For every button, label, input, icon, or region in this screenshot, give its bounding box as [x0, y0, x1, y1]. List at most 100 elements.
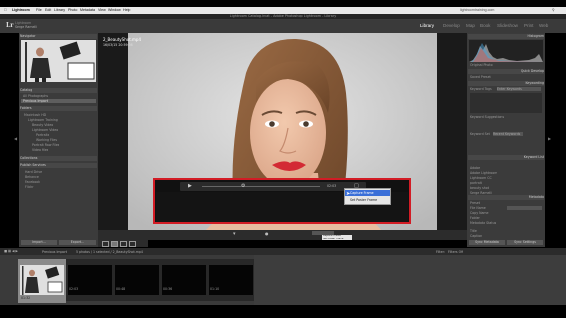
chevron-down-icon[interactable]: ▾: [233, 231, 236, 237]
histogram-header[interactable]: Histogram: [468, 34, 544, 39]
frame-context-menu: Capture Frame Set Poster Frame: [344, 188, 391, 205]
compare-view-icon[interactable]: [120, 241, 127, 247]
export-button[interactable]: Export...: [59, 240, 96, 245]
publish-item[interactable]: Hard Drive: [25, 170, 42, 174]
collections-header[interactable]: Collections: [20, 156, 97, 161]
thumb-duration: 00:48: [116, 287, 126, 291]
quick-develop-header[interactable]: Quick Develop: [468, 69, 544, 74]
mini-frame-menu: Capture Frame Set Poster Frame: [322, 235, 352, 240]
folder-item[interactable]: Portrait Raw Files: [32, 143, 59, 147]
keyword-list-item[interactable]: beauty shot: [470, 186, 489, 190]
menu-metadata[interactable]: Metadata: [80, 8, 95, 12]
metadata-row: Metadata Status: [470, 221, 497, 225]
folder-item[interactable]: Working Files: [36, 138, 57, 142]
keyword-list-item[interactable]: portrait: [470, 181, 482, 185]
star-icon[interactable]: ●: [265, 231, 269, 236]
catalog-item-previous[interactable]: Previous Import: [21, 99, 96, 103]
module-map[interactable]: Map: [466, 23, 475, 28]
sync-metadata-button[interactable]: Sync Metadata: [469, 240, 505, 245]
menu-library[interactable]: Library: [54, 8, 65, 12]
filmstrip-thumb[interactable]: [20, 265, 64, 295]
module-web[interactable]: Web: [539, 23, 548, 28]
video-scrubber[interactable]: [202, 186, 320, 187]
metadata-row: Title: [470, 229, 477, 233]
overlay-filename: 2_BeautyShot.mp4: [103, 37, 142, 42]
menu-file[interactable]: File: [36, 8, 42, 12]
keyword-list-item[interactable]: Adobe Lightroom: [470, 171, 497, 175]
metadata-row: Caption: [470, 234, 483, 238]
filmstrip-count: 5 photos / 1 selected / 2_BeautyShot.mp4: [76, 250, 143, 254]
folder-item[interactable]: Macintosh HD: [24, 113, 46, 117]
metadata-header[interactable]: Metadata: [468, 195, 544, 200]
histogram-graph: [469, 43, 543, 62]
gear-icon[interactable]: ⚙: [241, 183, 245, 189]
module-library[interactable]: Library: [420, 23, 434, 28]
filmstrip-source[interactable]: Previous Import: [42, 250, 67, 254]
publish-header[interactable]: Publish Services: [20, 163, 97, 168]
mini-set-poster[interactable]: Set Poster Frame: [322, 238, 352, 241]
thumb-duration: 01:10: [210, 287, 220, 291]
folder-item[interactable]: Portraits: [36, 133, 49, 137]
menubar-search-icon[interactable]: ⚲: [552, 8, 555, 12]
video-time: 02:03: [327, 184, 337, 188]
loupe-toolbar: ▾ ● Capture Frame Set Poster Frame: [98, 230, 467, 240]
menu-photo[interactable]: Photo: [68, 8, 77, 12]
publish-item[interactable]: Behance: [25, 175, 39, 179]
keyword-list-header[interactable]: Keyword List: [468, 155, 544, 160]
module-book[interactable]: Book: [480, 23, 490, 28]
module-develop[interactable]: Develop: [443, 23, 460, 28]
mac-menubar:  Lightroom File Edit Library Photo Meta…: [0, 7, 566, 14]
thumb-duration: 02:03: [69, 287, 79, 291]
grid-view-icon[interactable]: [102, 241, 109, 247]
keyword-set-select[interactable]: Recent Keywords: [493, 132, 523, 136]
play-icon[interactable]: ▶: [188, 183, 192, 189]
keywording-header[interactable]: Keywording: [468, 81, 544, 86]
menubar-status: lightroomtraining.com: [460, 8, 495, 12]
keyword-suggestions-label: Keyword Suggestions: [470, 115, 505, 119]
filter-label: Filter:: [436, 250, 445, 254]
sync-settings-button[interactable]: Sync Settings: [507, 240, 543, 245]
keyword-list-item[interactable]: Adobe: [470, 166, 480, 170]
publish-item[interactable]: Flickr: [25, 185, 34, 189]
metadata-row: File Name: [470, 206, 486, 210]
loupe-view-icon[interactable]: [111, 241, 118, 247]
right-panel-toggle-icon[interactable]: ▶: [548, 136, 551, 141]
folder-item[interactable]: Beauty Video: [32, 123, 53, 127]
folder-item[interactable]: Lightroom Video: [32, 128, 58, 132]
catalog-item-all[interactable]: All Photographs: [23, 94, 48, 98]
filmstrip-nav-icon[interactable]: ■ ▦ ◀ ▶: [4, 249, 18, 253]
navigator-image: [21, 40, 96, 82]
navigator-header[interactable]: Navigator: [20, 34, 97, 39]
module-slideshow[interactable]: Slideshow: [497, 23, 518, 28]
import-button[interactable]: Import...: [21, 240, 57, 245]
menu-edit[interactable]: Edit: [45, 8, 51, 12]
apple-icon[interactable]: : [4, 8, 7, 12]
keyword-set-label: Keyword Set: [470, 132, 490, 136]
menu-help[interactable]: Help: [123, 8, 130, 12]
navigator-preview[interactable]: [21, 40, 96, 82]
filename-field[interactable]: [507, 206, 542, 210]
folder-item[interactable]: Lightroom Training: [28, 118, 58, 122]
lr-logo: Lr: [6, 22, 14, 29]
bottom-letterbox: [0, 305, 566, 318]
identity-line2: Serge Ramelli: [15, 25, 38, 29]
capture-frame-item[interactable]: Capture Frame: [345, 190, 390, 196]
module-print[interactable]: Print: [524, 23, 533, 28]
menu-view[interactable]: View: [98, 8, 106, 12]
menu-window[interactable]: Window: [108, 8, 121, 12]
keywords-box[interactable]: [470, 93, 542, 113]
publish-item[interactable]: Facebook: [25, 180, 40, 184]
set-poster-frame-item[interactable]: Set Poster Frame: [345, 197, 390, 203]
left-panel-toggle-icon[interactable]: ◀: [14, 136, 17, 141]
overlay-meta: 16/03/15 20:59:36: [103, 43, 133, 47]
survey-view-icon[interactable]: [129, 241, 136, 247]
menu-app[interactable]: Lightroom: [12, 8, 30, 12]
filmstrip-empty-area: [254, 255, 566, 305]
keyword-list-item[interactable]: Lightroom CC: [470, 176, 492, 180]
enter-keywords-field[interactable]: Enter Keywords: [497, 87, 541, 91]
filter-value[interactable]: Filters Off: [448, 250, 463, 254]
catalog-header[interactable]: Catalog: [20, 88, 97, 93]
folder-item[interactable]: Video files: [32, 148, 48, 152]
folders-header[interactable]: Folders: [20, 106, 97, 111]
saved-preset-label: Saved Preset: [470, 75, 491, 79]
